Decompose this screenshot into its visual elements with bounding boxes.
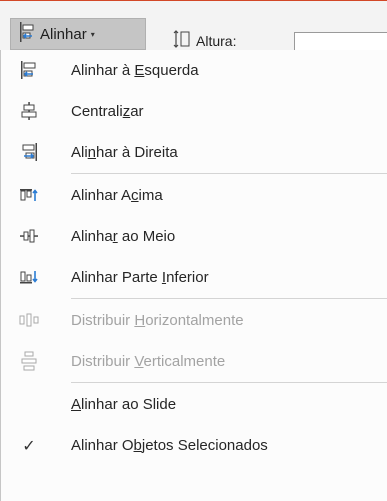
- menu-item-label: Distribuir Verticalmente: [71, 352, 226, 370]
- height-icon: [172, 30, 192, 51]
- align-dropdown-button[interactable]: Alinhar ▾: [10, 18, 146, 50]
- menu-item-label: Alinhar ao Meio: [71, 227, 176, 245]
- menu-item-label: Distribuir Horizontalmente: [71, 311, 244, 329]
- menu-item-distribute-horizontal: Distribuir Horizontalmente: [1, 300, 387, 340]
- height-group: Altura:: [172, 30, 236, 51]
- menu-item-center[interactable]: Centralizar: [1, 91, 387, 131]
- menu-item-align-right[interactable]: Alinhar à Direita: [1, 132, 387, 172]
- menu-separator: [71, 382, 387, 383]
- align-button-label: Alinhar: [40, 25, 87, 43]
- menu-separator: [71, 298, 387, 299]
- align-right-icon: [18, 141, 40, 163]
- align-menu: Alinhar à Esquerda Centralizar Alinhar à…: [0, 50, 387, 501]
- menu-item-distribute-vertical: Distribuir Verticalmente: [1, 341, 387, 381]
- menu-item-label: Alinhar Objetos Selecionados: [71, 436, 268, 454]
- align-middle-icon: [18, 225, 40, 247]
- distribute-vertical-icon: [18, 350, 40, 372]
- menu-item-label: Centralizar: [71, 102, 144, 120]
- menu-item-align-middle[interactable]: Alinhar ao Meio: [1, 216, 387, 256]
- chevron-down-icon: ▾: [90, 29, 95, 39]
- menu-item-align-top[interactable]: Alinhar Acima: [1, 175, 387, 215]
- menu-item-align-bottom[interactable]: Alinhar Parte Inferior: [1, 257, 387, 297]
- menu-item-label: Alinhar à Direita: [71, 143, 178, 161]
- menu-item-label: Alinhar à Esquerda: [71, 61, 199, 79]
- align-center-icon: [18, 100, 40, 122]
- ribbon: Alinhar ▾ Altura:: [0, 0, 387, 55]
- menu-item-label: Alinhar Parte Inferior: [71, 268, 209, 286]
- distribute-horizontal-icon: [18, 309, 40, 331]
- align-left-icon: [18, 59, 40, 81]
- menu-item-align-to-slide[interactable]: Alinhar ao Slide: [1, 384, 387, 424]
- menu-item-label: Alinhar ao Slide: [71, 395, 177, 413]
- align-top-icon: [18, 184, 40, 206]
- menu-separator: [71, 173, 387, 174]
- checkmark-icon: ✓: [22, 435, 36, 455]
- height-label: Altura:: [196, 32, 237, 49]
- menu-item-label: Alinhar Acima: [71, 186, 163, 204]
- align-left-icon: [19, 22, 35, 46]
- menu-item-align-selected-objects[interactable]: ✓ Alinhar Objetos Selecionados: [1, 425, 387, 465]
- menu-item-align-left[interactable]: Alinhar à Esquerda: [1, 50, 387, 90]
- align-bottom-icon: [18, 266, 40, 288]
